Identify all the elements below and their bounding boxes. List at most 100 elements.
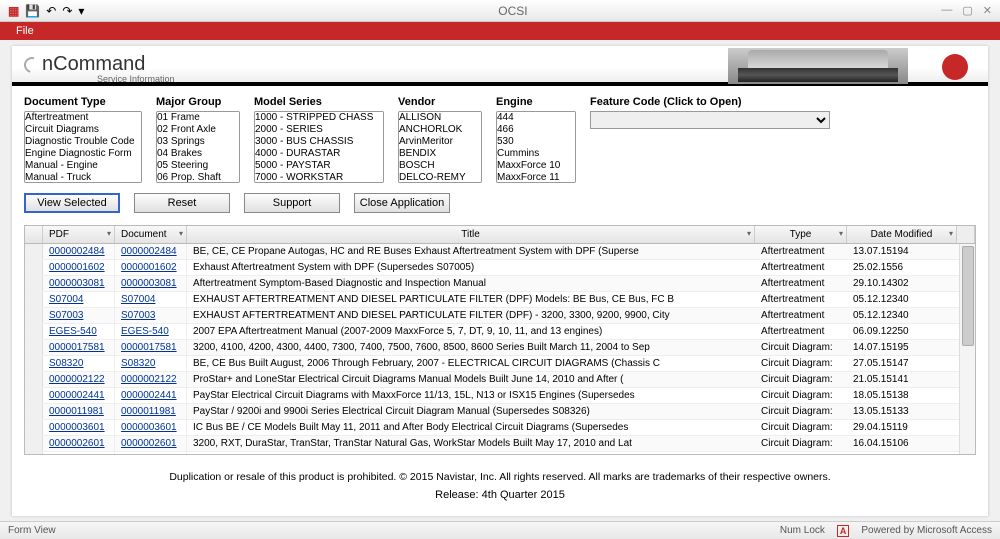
pdf-link[interactable]: EGES-540 — [43, 324, 115, 339]
table-row[interactable]: 00000016020000001602Exhaust Aftertreatme… — [25, 260, 975, 276]
filter-row: Document Type AftertreatmentCircuit Diag… — [12, 86, 988, 189]
maximize-button[interactable]: ▢ — [962, 4, 972, 17]
table-row[interactable]: S07003S07003EXHAUST AFTERTREATMENT AND D… — [25, 308, 975, 324]
pdf-column-header[interactable]: PDF — [43, 226, 115, 243]
minimize-button[interactable]: — — [941, 4, 952, 17]
document-type-select[interactable]: AftertreatmentCircuit DiagramsDiagnostic… — [24, 111, 142, 183]
file-tab[interactable]: File — [6, 23, 44, 39]
feature-code-select[interactable] — [590, 111, 830, 129]
row-title: PayStar Electrical Circuit Diagrams with… — [187, 388, 755, 403]
document-link[interactable]: 0000002601 — [115, 436, 187, 451]
document-link[interactable]: 0000003081 — [115, 276, 187, 291]
row-title: BE, CE Bus Built August, 2006 Through Fe… — [187, 356, 755, 371]
engine-select[interactable]: 444466530CumminsMaxxForce 10MaxxForce 11 — [496, 111, 576, 183]
table-row[interactable]: 00000030810000003081Aftertreatment Sympt… — [25, 276, 975, 292]
document-link[interactable]: 0000002122 — [115, 372, 187, 387]
row-selector[interactable] — [25, 292, 43, 307]
title-column-header[interactable]: Title — [187, 226, 755, 243]
row-title: 3200, RXT, DuraStar, TranStar, TranStar … — [187, 436, 755, 451]
select-column-header[interactable] — [25, 226, 43, 243]
quick-access-toolbar: ▦ 💾 ↶ ↷ ▾ — [8, 4, 84, 18]
reset-button[interactable]: Reset — [134, 193, 230, 213]
document-link[interactable]: 0000001602 — [115, 260, 187, 275]
row-title: TerraStar Electrical Circuit Diagrams (S… — [187, 452, 755, 454]
grid-scrollbar[interactable] — [959, 244, 975, 454]
table-row[interactable]: 00000036010000003601IC Bus BE / CE Model… — [25, 420, 975, 436]
document-link[interactable]: S08320 — [115, 356, 187, 371]
save-icon[interactable]: 💾 — [25, 4, 40, 18]
table-row[interactable]: S08320S08320BE, CE Bus Built August, 200… — [25, 356, 975, 372]
document-link[interactable]: 0000003601 — [115, 420, 187, 435]
pdf-link[interactable]: 0000011981 — [43, 404, 115, 419]
scrollbar-thumb[interactable] — [962, 246, 974, 346]
row-selector[interactable] — [25, 340, 43, 355]
major-group-select[interactable]: 01 Frame02 Front Axle03 Springs04 Brakes… — [156, 111, 240, 183]
close-application-button[interactable]: Close Application — [354, 193, 450, 213]
vendor-select[interactable]: ALLISONANCHORLOKArvinMeritorBENDIXBOSCHD… — [398, 111, 482, 183]
row-title: BE, CE, CE Propane Autogas, HC and RE Bu… — [187, 244, 755, 259]
undo-icon[interactable]: ↶ — [46, 4, 56, 18]
scroll-gutter — [957, 226, 975, 243]
support-button[interactable]: Support — [244, 193, 340, 213]
row-date: 06.09.12250 — [847, 324, 957, 339]
table-row[interactable]: EGES-540EGES-5402007 EPA Aftertreatment … — [25, 324, 975, 340]
row-selector[interactable] — [25, 308, 43, 323]
brand-logo: nCommand — [24, 53, 145, 76]
truck-image — [728, 48, 908, 84]
row-selector[interactable] — [25, 276, 43, 291]
document-link[interactable]: EGES-540 — [115, 324, 187, 339]
document-column-header[interactable]: Document — [115, 226, 187, 243]
row-selector[interactable] — [25, 388, 43, 403]
row-selector[interactable] — [25, 244, 43, 259]
table-row[interactable]: S07004S07004EXHAUST AFTERTREATMENT AND D… — [25, 292, 975, 308]
type-column-header[interactable]: Type — [755, 226, 847, 243]
pdf-link[interactable]: 0000002529 — [43, 452, 115, 454]
document-link[interactable]: 0000017581 — [115, 340, 187, 355]
pdf-link[interactable]: S08320 — [43, 356, 115, 371]
document-link[interactable]: S07003 — [115, 308, 187, 323]
action-buttons: View Selected Reset Support Close Applic… — [12, 189, 988, 221]
row-selector[interactable] — [25, 260, 43, 275]
pdf-link[interactable]: 0000002601 — [43, 436, 115, 451]
status-left: Form View — [8, 525, 780, 536]
row-type: Circuit Diagram: — [755, 420, 847, 435]
table-row[interactable]: 00000119810000011981PayStar / 9200i and … — [25, 404, 975, 420]
pdf-link[interactable]: 0000003081 — [43, 276, 115, 291]
row-selector[interactable] — [25, 356, 43, 371]
row-selector[interactable] — [25, 436, 43, 451]
pdf-link[interactable]: S07003 — [43, 308, 115, 323]
row-date: 21.05.15141 — [847, 372, 957, 387]
row-selector[interactable] — [25, 452, 43, 454]
document-link[interactable]: 0000002529 — [115, 452, 187, 454]
table-row[interactable]: 00000024410000002441PayStar Electrical C… — [25, 388, 975, 404]
date-column-header[interactable]: Date Modified — [847, 226, 957, 243]
model-series-select[interactable]: 1000 - STRIPPED CHASS2000 - SERIES3000 -… — [254, 111, 384, 183]
document-link[interactable]: S07004 — [115, 292, 187, 307]
close-button[interactable]: ✕ — [983, 4, 992, 17]
row-selector[interactable] — [25, 404, 43, 419]
row-selector[interactable] — [25, 420, 43, 435]
table-row[interactable]: 00000024840000002484BE, CE, CE Propane A… — [25, 244, 975, 260]
document-link[interactable]: 0000002484 — [115, 244, 187, 259]
redo-icon[interactable]: ↷ — [62, 4, 72, 18]
document-link[interactable]: 0000011981 — [115, 404, 187, 419]
document-type-label: Document Type — [24, 96, 142, 108]
table-row[interactable]: 000001758100000175813200, 4100, 4200, 43… — [25, 340, 975, 356]
table-row[interactable]: 000000260100000026013200, RXT, DuraStar,… — [25, 436, 975, 452]
pdf-link[interactable]: 0000002441 — [43, 388, 115, 403]
pdf-link[interactable]: 0000002484 — [43, 244, 115, 259]
pdf-link[interactable]: S07004 — [43, 292, 115, 307]
view-selected-button[interactable]: View Selected — [24, 193, 120, 213]
pdf-link[interactable]: 0000003601 — [43, 420, 115, 435]
main-form: nCommand Service Information Document Ty… — [12, 46, 988, 516]
row-selector[interactable] — [25, 372, 43, 387]
table-row[interactable]: 00000021220000002122ProStar+ and LoneSta… — [25, 372, 975, 388]
document-link[interactable]: 0000002441 — [115, 388, 187, 403]
pdf-link[interactable]: 0000002122 — [43, 372, 115, 387]
table-row[interactable]: 00000025290000002529TerraStar Electrical… — [25, 452, 975, 454]
legal-footer: Duplication or resale of this product is… — [12, 471, 988, 483]
row-selector[interactable] — [25, 324, 43, 339]
pdf-link[interactable]: 0000017581 — [43, 340, 115, 355]
app-icon[interactable]: ▦ — [8, 4, 19, 18]
pdf-link[interactable]: 0000001602 — [43, 260, 115, 275]
